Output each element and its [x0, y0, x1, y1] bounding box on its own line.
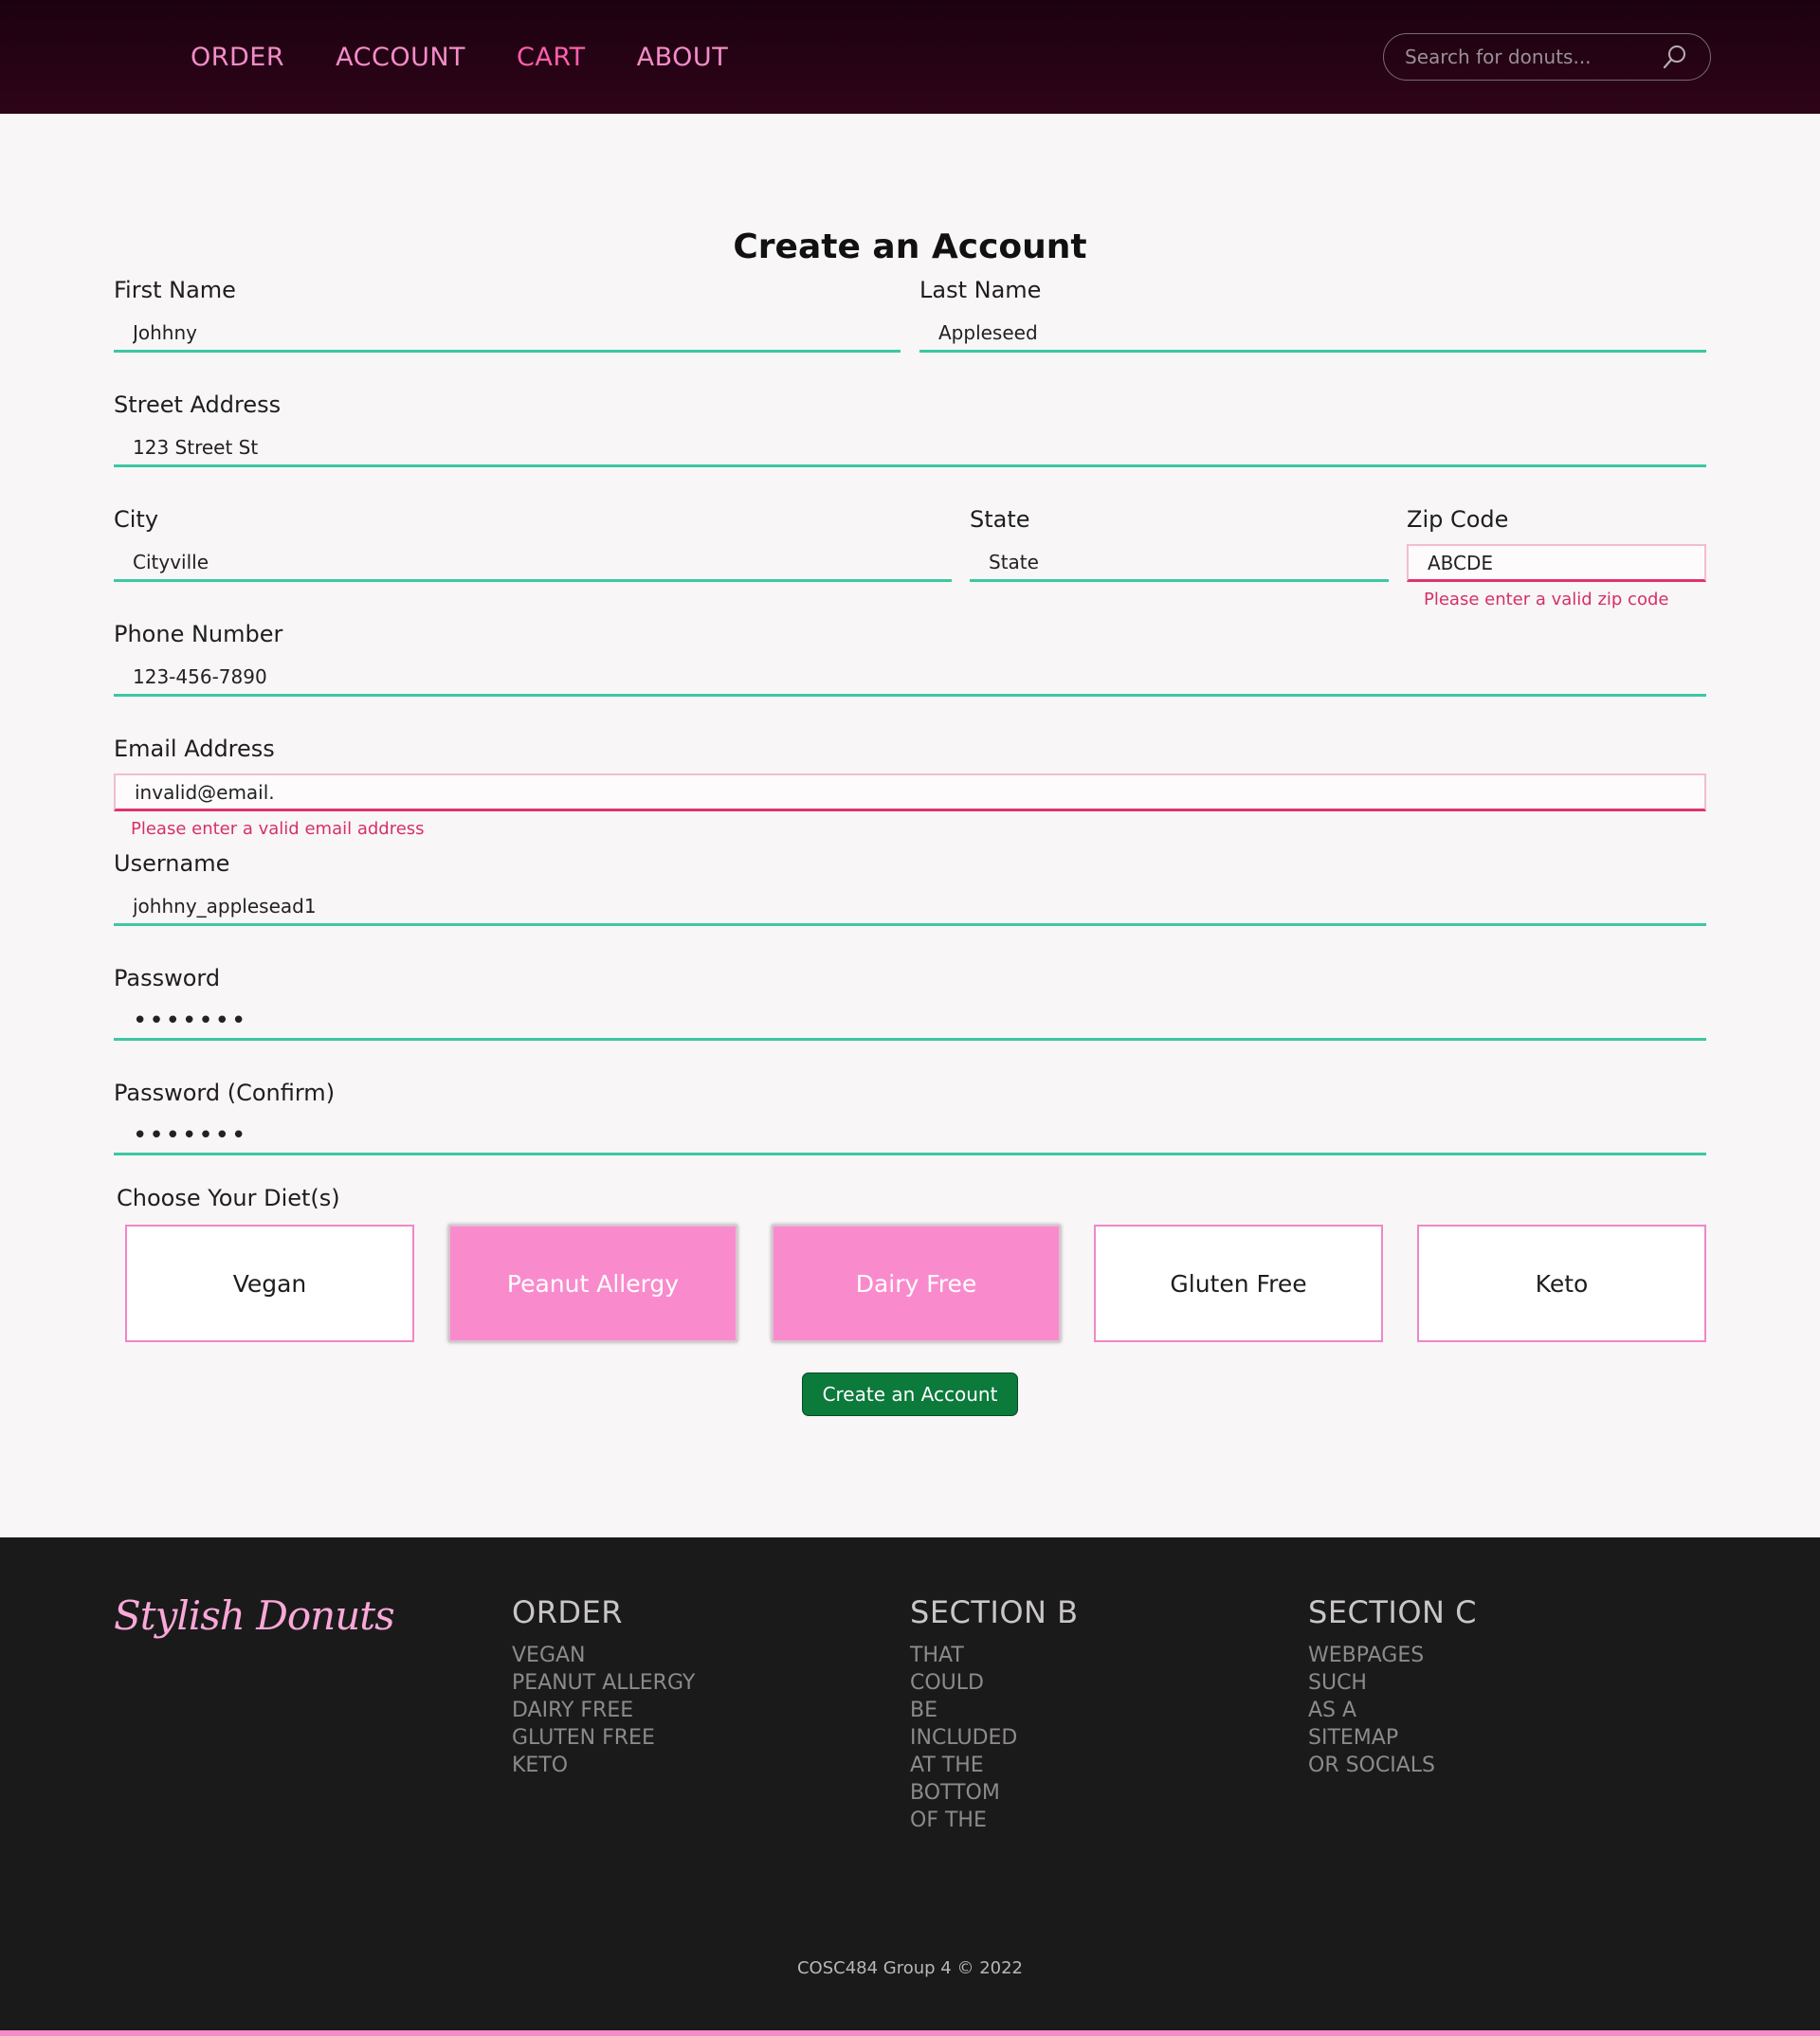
username-label: Username [114, 850, 230, 877]
nav-links: ORDER ACCOUNT CART ABOUT [191, 0, 728, 114]
phone-field: Phone Number [114, 621, 1706, 697]
username-input[interactable] [114, 888, 1706, 926]
search-box [1383, 33, 1711, 81]
password-field: Password [114, 965, 1706, 1041]
page-title: Create an Account [733, 227, 1087, 266]
footer-logo[interactable]: Stylish Donuts [114, 1592, 395, 1639]
state-input[interactable] [970, 544, 1389, 582]
footer-link[interactable]: SUCH [1308, 1669, 1477, 1697]
footer-link[interactable]: KETO [512, 1752, 695, 1779]
phone-label: Phone Number [114, 621, 283, 647]
footer-link[interactable]: OR SOCIALS [1308, 1752, 1477, 1779]
diet-option-dairy-free[interactable]: Dairy Free [772, 1225, 1061, 1342]
footer-link[interactable]: BOTTOM [910, 1779, 1079, 1807]
street-input[interactable] [114, 429, 1706, 467]
footer-link[interactable]: OF THE [910, 1807, 1079, 1834]
footer-heading: SECTION C [1308, 1594, 1477, 1630]
email-input[interactable] [114, 773, 1706, 811]
footer-column-order: ORDER VEGAN PEANUT ALLERGY DAIRY FREE GL… [512, 1594, 695, 1779]
footer-column-section-b: SECTION B THAT COULD BE INCLUDED AT THE … [910, 1594, 1079, 1834]
footer-link[interactable]: GLUTEN FREE [512, 1724, 695, 1752]
footer-heading: SECTION B [910, 1594, 1079, 1630]
footer-link[interactable]: COULD [910, 1669, 1079, 1697]
password-confirm-input[interactable] [114, 1118, 1706, 1155]
zip-label: Zip Code [1407, 506, 1509, 533]
create-account-button[interactable]: Create an Account [802, 1372, 1018, 1416]
phone-input[interactable] [114, 659, 1706, 697]
footer-link[interactable]: DAIRY FREE [512, 1697, 695, 1724]
last-name-field: Last Name [919, 277, 1706, 353]
diet-option-peanut-allergy[interactable]: Peanut Allergy [448, 1225, 737, 1342]
footer-heading: ORDER [512, 1594, 624, 1630]
copyright-text: COSC484 Group 4 © 2022 [796, 1958, 1024, 1978]
footer-link[interactable]: INCLUDED [910, 1724, 1079, 1752]
diet-option-keto[interactable]: Keto [1417, 1225, 1706, 1342]
footer-link[interactable]: BE [910, 1697, 1079, 1724]
street-label: Street Address [114, 391, 282, 418]
state-field: State [970, 506, 1389, 582]
footer-link[interactable]: WEBPAGES [1308, 1642, 1477, 1669]
last-name-input[interactable] [919, 315, 1706, 353]
footer-accent-bar [0, 2030, 1820, 2036]
password-input[interactable] [114, 1003, 1706, 1041]
street-field: Street Address [114, 391, 1706, 467]
footer-link[interactable]: AS A [1308, 1697, 1477, 1724]
nav-link-about[interactable]: ABOUT [637, 43, 729, 72]
city-label: City [114, 506, 159, 533]
password-confirm-label: Password (Confirm) [114, 1080, 336, 1106]
diet-option-gluten-free[interactable]: Gluten Free [1094, 1225, 1383, 1342]
footer-link[interactable]: SITEMAP [1308, 1724, 1477, 1752]
zip-input[interactable] [1407, 544, 1706, 582]
footer-link[interactable]: THAT [910, 1642, 1079, 1669]
email-label: Email Address [114, 736, 275, 762]
nav-link-cart[interactable]: CART [517, 43, 586, 72]
nav-link-order[interactable]: ORDER [191, 43, 284, 72]
first-name-label: First Name [114, 277, 236, 303]
first-name-field: First Name [114, 277, 901, 353]
top-navbar: ORDER ACCOUNT CART ABOUT [0, 0, 1820, 114]
city-field: City [114, 506, 952, 582]
state-label: State [970, 506, 1030, 533]
city-input[interactable] [114, 544, 952, 582]
email-error-message: Please enter a valid email address [131, 819, 425, 839]
last-name-label: Last Name [919, 277, 1042, 303]
username-field: Username [114, 850, 1706, 926]
footer-link[interactable]: AT THE [910, 1752, 1079, 1779]
password-confirm-field: Password (Confirm) [114, 1080, 1706, 1155]
search-input[interactable] [1405, 45, 1661, 68]
diet-option-vegan[interactable]: Vegan [125, 1225, 414, 1342]
zip-field: Zip Code Please enter a valid zip code [1407, 506, 1706, 609]
diet-section-label: Choose Your Diet(s) [117, 1185, 340, 1211]
footer-column-section-c: SECTION C WEBPAGES SUCH AS A SITEMAP OR … [1308, 1594, 1477, 1779]
footer-link[interactable]: PEANUT ALLERGY [512, 1669, 695, 1697]
first-name-input[interactable] [114, 315, 901, 353]
email-field: Email Address Please enter a valid email… [114, 736, 1706, 839]
nav-link-account[interactable]: ACCOUNT [336, 43, 465, 72]
search-icon[interactable] [1661, 43, 1689, 71]
password-label: Password [114, 965, 221, 991]
zip-error-message: Please enter a valid zip code [1424, 590, 1669, 609]
footer-link[interactable]: VEGAN [512, 1642, 695, 1669]
